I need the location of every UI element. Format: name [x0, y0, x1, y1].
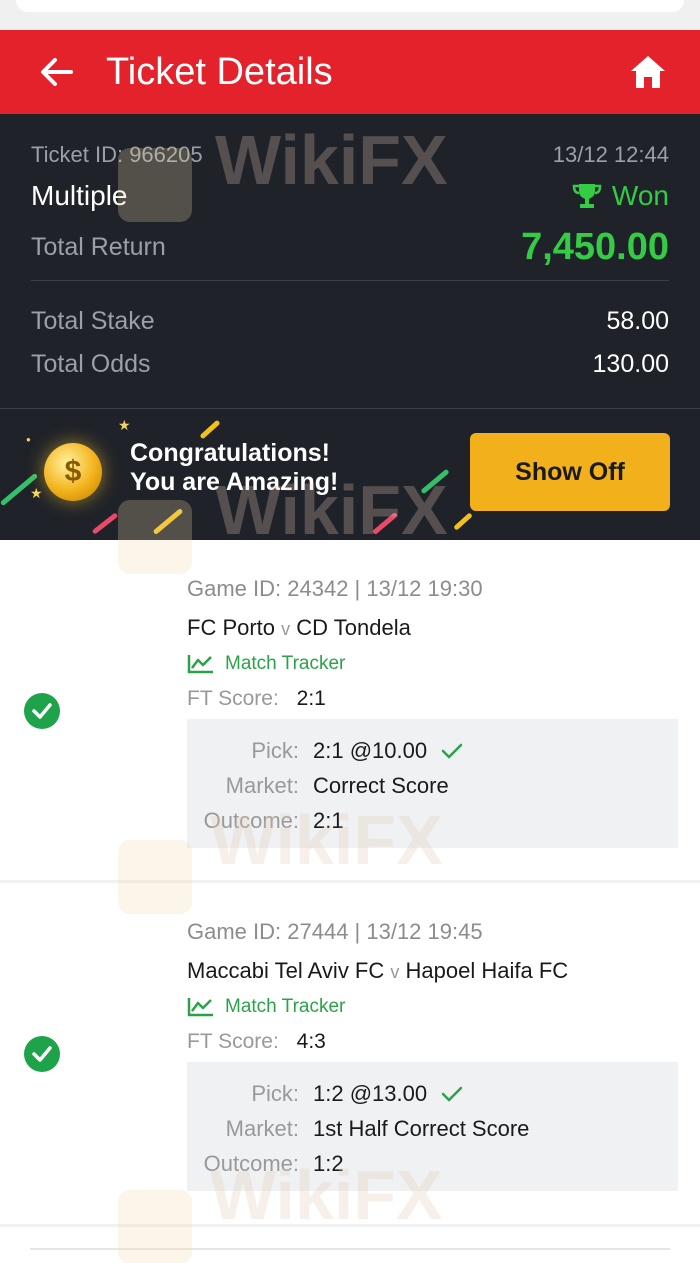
ft-score-value: 4:3 — [296, 1030, 326, 1053]
game-id: Game ID: 24342 | 13/12 19:30 — [187, 576, 483, 601]
check-icon — [441, 743, 463, 759]
total-stake-label: Total Stake — [31, 307, 155, 335]
page-title: Ticket Details — [106, 50, 333, 93]
status-text: Won — [611, 180, 669, 211]
star-icon: ★ — [118, 417, 131, 433]
game-info: Game ID: 24342 | 13/12 19:30 FC Porto v … — [187, 576, 678, 848]
star-icon: ● — [26, 435, 31, 444]
app-header: Ticket Details — [0, 30, 700, 114]
ticket-meta-row: Ticket ID: 966205 13/12 12:44 — [31, 142, 669, 168]
pick-row: Pick: 1:2 @13.00 — [187, 1076, 678, 1111]
total-stake-row: Total Stake 58.00 — [31, 307, 669, 336]
match-tracker-label: Match Tracker — [225, 996, 346, 1017]
pick-value-wrap: 2:1 @10.00 — [313, 738, 463, 764]
confetti-streak — [420, 468, 450, 495]
match-tracker-link[interactable]: Match Tracker — [187, 653, 678, 675]
home-icon — [631, 56, 665, 88]
home-team: FC Porto — [187, 615, 276, 640]
home-button[interactable] — [626, 50, 670, 94]
congrats-line-2: You are Amazing! — [130, 468, 339, 496]
pick-value: 2:1 @10.00 — [313, 737, 428, 763]
game-id: Game ID: 27444 | 13/12 19:45 — [187, 919, 483, 944]
ft-score-value: 2:1 — [296, 687, 326, 710]
total-odds-row: Total Odds 130.00 — [31, 350, 669, 379]
total-stake-value: 58.00 — [606, 307, 669, 335]
ft-score-label: FT Score: — [187, 687, 279, 710]
confetti-streak — [152, 508, 184, 535]
confetti-streak — [199, 419, 221, 440]
outcome-row: Outcome: 2:1 — [187, 803, 678, 838]
chart-line-icon — [187, 998, 213, 1017]
confetti-streak — [91, 512, 119, 535]
pick-row: Pick: 2:1 @10.00 — [187, 733, 678, 768]
total-odds-label: Total Odds — [31, 350, 151, 378]
congrats-banner: ★ ★ ● $ Congratulations! You are Amazing… — [0, 408, 700, 540]
ticket-datetime: 13/12 12:44 — [552, 142, 669, 167]
game-item: Game ID: 27444 | 13/12 19:45 Maccabi Tel… — [0, 883, 700, 1223]
versus-label: v — [281, 619, 291, 639]
check-circle-icon — [24, 693, 60, 729]
congrats-line-1: Congratulations! — [130, 439, 330, 467]
market-label: Market: — [225, 1115, 299, 1141]
confetti-streak — [453, 512, 473, 531]
away-team: CD Tondela — [296, 615, 411, 640]
ticket-id: Ticket ID: 966205 — [31, 142, 203, 167]
market-value: Correct Score — [313, 772, 449, 798]
total-odds-value: 130.00 — [592, 350, 669, 378]
outcome-row: Outcome: 1:2 — [187, 1146, 678, 1181]
total-return-value: 7,450.00 — [521, 226, 669, 268]
show-off-button[interactable]: Show Off — [470, 433, 670, 511]
total-return-label: Total Return — [31, 233, 166, 261]
status-badge: Won — [572, 180, 669, 212]
match-tracker-link[interactable]: Match Tracker — [187, 996, 678, 1018]
coin-icon: $ — [44, 443, 102, 501]
top-pill — [16, 0, 684, 12]
outcome-label: Outcome: — [203, 807, 299, 833]
match-tracker-label: Match Tracker — [225, 653, 346, 674]
total-return-row: Total Return 7,450.00 — [31, 226, 669, 269]
market-value: 1st Half Correct Score — [313, 1115, 530, 1141]
market-label: Market: — [225, 772, 299, 798]
pick-details: Pick: 1:2 @13.00 Market: 1st Half Correc… — [187, 1062, 678, 1191]
home-team: Maccabi Tel Aviv FC — [187, 958, 385, 983]
divider — [0, 1224, 700, 1227]
confetti-streak — [371, 511, 399, 536]
outcome-value: 2:1 — [313, 807, 344, 833]
versus-label: v — [390, 962, 400, 982]
check-icon — [441, 1086, 463, 1102]
divider — [30, 1248, 670, 1250]
pick-value-wrap: 1:2 @13.00 — [313, 1081, 463, 1107]
check-circle-icon — [24, 1036, 60, 1072]
arrow-left-icon — [41, 58, 73, 86]
match-teams: FC Porto v CD Tondela — [187, 615, 678, 641]
pick-value: 1:2 @13.00 — [313, 1080, 428, 1106]
game-info: Game ID: 27444 | 13/12 19:45 Maccabi Tel… — [187, 919, 678, 1191]
game-item: Game ID: 24342 | 13/12 19:30 FC Porto v … — [0, 540, 700, 880]
ft-score-row: FT Score: 4:3 — [187, 1030, 678, 1054]
pick-label: Pick: — [251, 1080, 299, 1106]
divider — [31, 280, 669, 281]
back-button[interactable] — [36, 52, 76, 92]
bet-type: Multiple — [31, 180, 128, 211]
match-teams: Maccabi Tel Aviv FC v Hapoel Haifa FC — [187, 958, 678, 984]
trophy-icon — [572, 184, 602, 208]
pick-label: Pick: — [251, 737, 299, 763]
outcome-label: Outcome: — [203, 1150, 299, 1176]
pick-details: Pick: 2:1 @10.00 Market: Correct Score O… — [187, 719, 678, 848]
market-row: Market: Correct Score — [187, 768, 678, 803]
bet-type-row: Multiple Won — [31, 180, 669, 212]
ticket-summary: Ticket ID: 966205 13/12 12:44 Multiple W… — [0, 114, 700, 408]
chart-line-icon — [187, 655, 213, 674]
top-strip — [0, 0, 700, 30]
outcome-value: 1:2 — [313, 1150, 344, 1176]
ft-score-label: FT Score: — [187, 1030, 279, 1053]
market-row: Market: 1st Half Correct Score — [187, 1111, 678, 1146]
away-team: Hapoel Haifa FC — [405, 958, 569, 983]
star-icon: ★ — [30, 485, 43, 501]
congrats-text: Congratulations! You are Amazing! — [130, 439, 338, 497]
ft-score-row: FT Score: 2:1 — [187, 687, 678, 711]
